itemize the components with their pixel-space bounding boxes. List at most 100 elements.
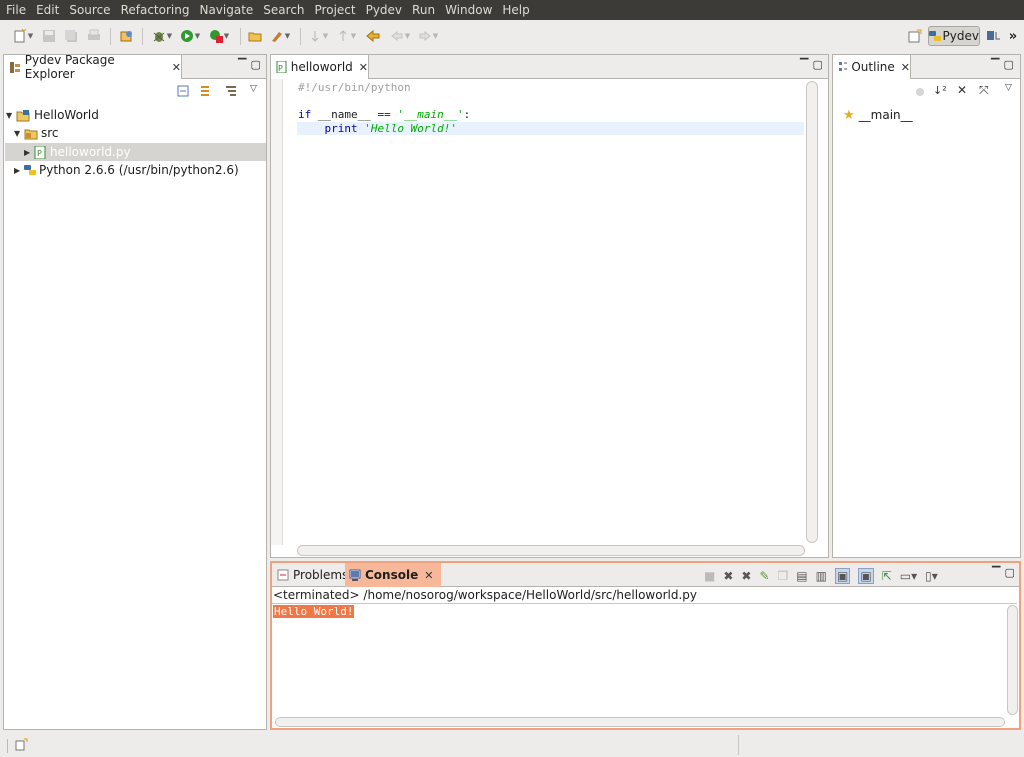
code-line-4[interactable]: print 'Hello World!' [298,122,457,135]
tree-item-src[interactable]: ▼ src [14,124,59,142]
menu-navigate[interactable]: Navigate [194,0,258,20]
main-toolbar: ▼ ▼ ▼ ▼ ▼ ▼ ▼ ▼ ▼ Pydev » [0,20,1024,52]
forward-button[interactable]: ▼ [416,27,440,45]
editor-horizontal-scrollbar[interactable] [297,545,805,556]
editor-ruler [271,79,283,545]
close-icon[interactable]: ✕ [172,61,181,74]
collapse-all-button[interactable] [176,84,190,98]
menu-project[interactable]: Project [310,0,361,20]
menu-help[interactable]: Help [497,0,534,20]
view-menu-button[interactable]: ▽ [250,84,257,94]
outline-tab[interactable]: Outline ✕ [833,55,911,79]
close-icon[interactable]: ✕ [359,61,368,74]
tree-item-file[interactable]: ▶ P helloworld.py [5,143,266,161]
bottom-tabbar: Problems Console ✕ ■ ✖ ✖ ✎ ❐ ▤ ▥ ▣ ▣ ⇱ ▭… [272,563,1019,587]
open-type-icon [120,31,132,42]
brush-button[interactable]: ▼ [268,27,292,45]
copy-icon[interactable]: ❐ [778,569,789,583]
save-button[interactable] [40,27,58,45]
menu-edit[interactable]: Edit [31,0,64,20]
open-perspective-button[interactable] [906,27,924,45]
editor-vertical-scrollbar[interactable] [806,81,818,543]
next-annotation-button[interactable]: ▼ [306,27,330,45]
code-line-1[interactable]: #!/usr/bin/python [298,81,411,94]
menu-run[interactable]: Run [407,0,440,20]
perspective-label: Pydev [942,29,979,43]
back-icon [390,30,403,42]
display-console-icon[interactable]: ▭▾ [900,569,917,583]
console-horizontal-scrollbar[interactable] [275,717,1005,727]
interpreter-label: Python 2.6.6 (/usr/bin/python2.6) [39,163,239,177]
menu-search[interactable]: Search [258,0,309,20]
status-bar [0,733,1024,757]
last-edit-icon [366,29,380,43]
outline-item[interactable]: ★ __main__ [843,106,913,124]
open-folder-button[interactable] [246,27,264,45]
string-token: 'Hello World!' [364,122,457,135]
debug-button[interactable]: ▼ [150,27,174,45]
collapse-outline-button[interactable]: ✕ [957,83,967,97]
print-icon [88,29,100,40]
svg-text:P: P [37,149,42,158]
string-token: '__main__' [397,108,464,121]
filter-button[interactable] [224,84,238,98]
show-stdout-icon[interactable]: ▣ [834,568,851,584]
source-folder-icon [24,129,38,139]
fast-view-button[interactable] [14,738,28,755]
tab-problems[interactable]: Problems [274,563,351,586]
word-wrap-icon[interactable]: ▥ [816,569,827,583]
menu-source[interactable]: Source [64,0,115,20]
view-minmax[interactable]: ▔▢ [991,58,1018,71]
sort-button[interactable]: ↓² [933,84,949,98]
open-console-icon[interactable]: ▯▾ [925,569,938,583]
remove-launch-icon[interactable]: ✖ [723,569,733,583]
tree-item-project[interactable]: ▼ HelloWorld [6,106,99,124]
save-all-button[interactable] [62,27,80,45]
package-explorer-tab[interactable]: Pydev Package Explorer ✕ [4,53,182,81]
problems-icon [277,569,289,580]
back-button[interactable]: ▼ [388,27,412,45]
more-perspectives-button[interactable]: » [1006,27,1020,45]
prev-annotation-button[interactable]: ▼ [334,27,358,45]
next-annotation-icon [311,31,319,42]
view-minmax[interactable]: ▔▢ [800,58,827,71]
show-stderr-icon[interactable]: ▣ [858,568,874,584]
console-output[interactable]: Hello World! [273,605,355,618]
new-button[interactable]: ▼ [10,27,36,45]
java-perspective-button[interactable] [984,27,1004,45]
filter-icon [226,86,236,96]
view-minmax[interactable]: ▔▢ [238,58,265,71]
view-menu-button[interactable]: ▽ [1005,83,1012,93]
code-line-3[interactable]: if __name__ == '__main__': [298,108,470,121]
expand-outline-button[interactable]: ⤧ [979,83,989,98]
close-icon[interactable]: ✕ [424,569,433,582]
outline-tabbar: Outline ✕ ▔▢ [833,55,1020,79]
keyword-token: print [324,122,358,135]
hide-button[interactable] [913,85,927,99]
relaunch-icon[interactable]: ✎ [759,569,769,583]
open-type-button[interactable] [118,27,136,45]
console-panel: Problems Console ✕ ■ ✖ ✖ ✎ ❐ ▤ ▥ ▣ ▣ ⇱ ▭… [270,561,1021,730]
tab-console[interactable]: Console ✕ [345,563,441,587]
scroll-lock-icon[interactable]: ▤ [796,569,807,583]
run-button[interactable]: ▼ [178,27,202,45]
close-icon[interactable]: ✕ [901,61,910,74]
last-edit-button[interactable] [364,27,382,45]
menu-window[interactable]: Window [440,0,497,20]
console-vertical-scrollbar[interactable] [1007,605,1018,715]
print-button[interactable] [85,27,103,45]
link-with-editor-button[interactable] [198,84,212,98]
coverage-button[interactable]: ▼ [206,27,232,45]
tree-item-interpreter[interactable]: ▶ Python 2.6.6 (/usr/bin/python2.6) [14,161,239,179]
menu-refactoring[interactable]: Refactoring [116,0,195,20]
console-label: Console [365,568,419,582]
pin-console-icon[interactable]: ⇱ [882,569,892,583]
menu-pydev[interactable]: Pydev [361,0,407,20]
terminate-icon[interactable]: ■ [704,569,715,583]
editor-tab-helloworld[interactable]: P helloworld ✕ [271,55,369,79]
menu-file[interactable]: File [1,0,31,20]
pydev-perspective-button[interactable]: Pydev [928,26,980,46]
remove-all-icon[interactable]: ✖ [741,569,751,583]
menu-bar: File Edit Source Refactoring Navigate Se… [0,0,1024,20]
view-minmax[interactable]: ▔▢ [992,566,1019,579]
